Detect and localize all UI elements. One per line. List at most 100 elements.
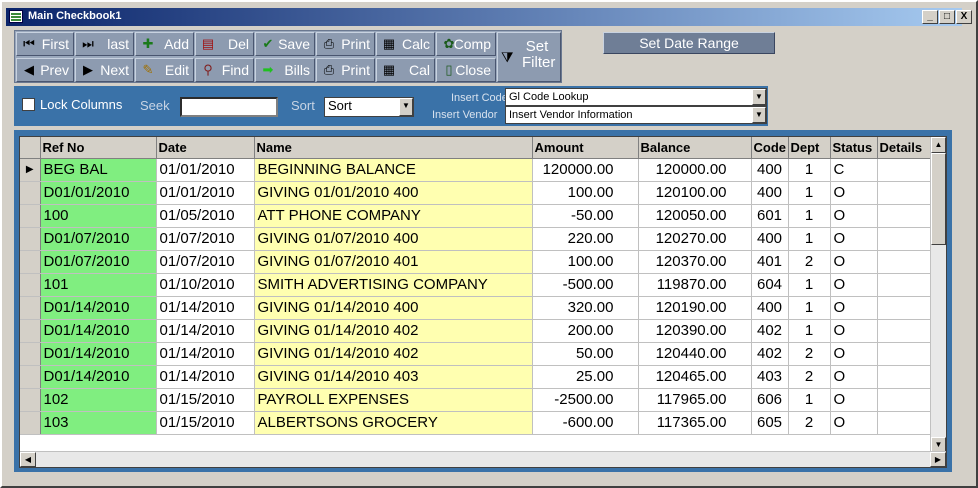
cell-balance[interactable]: 117965.00 [638,388,752,412]
cell-ref-no[interactable]: D01/01/2010 [40,181,157,205]
insert-code-select[interactable]: Gl Code Lookup ▼ [505,88,767,106]
calc-button[interactable]: ▦ Calc [376,32,435,56]
row-selector[interactable] [20,365,41,389]
cell-date[interactable]: 01/14/2010 [156,296,255,320]
cell-status[interactable]: O [830,365,878,389]
cell-date[interactable]: 01/05/2010 [156,204,255,228]
cell-status[interactable]: O [830,204,878,228]
table-row[interactable]: 100 01/05/2010 ATT PHONE COMPANY -50.00 1200… [20,204,932,228]
cell-details[interactable] [877,388,932,412]
cell-balance[interactable]: 120465.00 [638,365,752,389]
scroll-up-icon[interactable]: ▲ [931,137,946,153]
lock-columns-checkbox[interactable] [22,98,35,111]
bills-button[interactable]: ➡ Bills [255,58,315,82]
column-header-dept[interactable]: Dept [788,137,831,159]
cell-details[interactable] [877,296,932,320]
table-row[interactable]: 103 01/15/2010 ALBERTSONS GROCERY -600.00 11… [20,411,932,435]
scroll-left-icon[interactable]: ◀ [20,452,36,467]
cell-code[interactable]: 606 [751,388,789,412]
cell-name[interactable]: ATT PHONE COMPANY [254,204,533,228]
row-selector[interactable] [20,411,41,435]
cell-amount[interactable]: 220.00 [532,227,639,251]
cell-dept[interactable]: 1 [788,181,831,205]
cell-name[interactable]: GIVING 01/07/2010 401 [254,250,533,274]
cell-amount[interactable]: 50.00 [532,342,639,366]
cell-name[interactable]: GIVING 01/14/2010 402 [254,319,533,343]
cell-ref-no[interactable]: D01/07/2010 [40,227,157,251]
cell-date[interactable]: 01/07/2010 [156,227,255,251]
seek-input[interactable] [180,97,278,117]
first-button[interactable]: ⏮ First [16,32,74,56]
cell-balance[interactable]: 120000.00 [638,158,752,182]
cell-name[interactable]: BEGINNING BALANCE [254,158,533,182]
cell-details[interactable] [877,342,932,366]
prev-button[interactable]: ◀ Prev [16,58,74,82]
cell-details[interactable] [877,250,932,274]
cal-button[interactable]: ▦ Cal [376,58,435,82]
cell-code[interactable]: 400 [751,158,789,182]
cell-ref-no[interactable]: 103 [40,411,157,435]
cell-balance[interactable]: 120370.00 [638,250,752,274]
cell-code[interactable]: 400 [751,181,789,205]
table-row[interactable]: 102 01/15/2010 PAYROLL EXPENSES -2500.00 117… [20,388,932,412]
cell-ref-no[interactable]: 102 [40,388,157,412]
cell-code[interactable]: 605 [751,411,789,435]
next-button[interactable]: ▶ Next [75,58,134,82]
column-header-name[interactable]: Name [254,137,533,159]
cell-dept[interactable]: 2 [788,365,831,389]
cell-date[interactable]: 01/15/2010 [156,411,255,435]
cell-details[interactable] [877,411,932,435]
insert-vendor-select[interactable]: Insert Vendor Information ▼ [505,106,767,124]
cell-date[interactable]: 01/01/2010 [156,158,255,182]
last-button[interactable]: ⏭ last [75,32,134,56]
cell-dept[interactable]: 1 [788,319,831,343]
maximize-button[interactable]: □ [939,10,955,24]
cell-status[interactable]: C [830,158,878,182]
table-row[interactable]: D01/07/2010 01/07/2010 GIVING 01/07/2010 4… [20,250,932,274]
cell-details[interactable] [877,319,932,343]
add-button[interactable]: ✚ Add [135,32,194,56]
row-selector[interactable]: ▶ [20,158,41,182]
cell-code[interactable]: 604 [751,273,789,297]
cell-status[interactable]: O [830,411,878,435]
cell-ref-no[interactable]: D01/14/2010 [40,319,157,343]
checkbook-grid[interactable]: Ref No Date Name Amount Balance Code Dep… [19,136,947,468]
cell-ref-no[interactable]: D01/07/2010 [40,250,157,274]
cell-dept[interactable]: 2 [788,411,831,435]
column-header-ref-no[interactable]: Ref No [40,137,157,159]
set-date-range-button[interactable]: Set Date Range [603,32,775,54]
cell-details[interactable] [877,204,932,228]
cell-amount[interactable]: 200.00 [532,319,639,343]
cell-status[interactable]: O [830,319,878,343]
cell-dept[interactable]: 1 [788,273,831,297]
cell-balance[interactable]: 120190.00 [638,296,752,320]
cell-amount[interactable]: -600.00 [532,411,639,435]
cell-ref-no[interactable]: D01/14/2010 [40,342,157,366]
cell-amount[interactable]: -2500.00 [532,388,639,412]
close-button[interactable]: ▯ Close [436,58,496,82]
cell-ref-no[interactable]: 100 [40,204,157,228]
cell-code[interactable]: 401 [751,250,789,274]
cell-balance[interactable]: 120390.00 [638,319,752,343]
cell-amount[interactable]: 25.00 [532,365,639,389]
cell-date[interactable]: 01/14/2010 [156,365,255,389]
table-row[interactable]: D01/14/2010 01/14/2010 GIVING 01/14/2010 4… [20,342,932,366]
cell-status[interactable]: O [830,227,878,251]
cell-code[interactable]: 400 [751,227,789,251]
cell-balance[interactable]: 120440.00 [638,342,752,366]
cell-date[interactable]: 01/14/2010 [156,319,255,343]
row-selector[interactable] [20,227,41,251]
cell-balance[interactable]: 120050.00 [638,204,752,228]
horizontal-scrollbar[interactable]: ◀ ▶ [20,451,946,467]
cell-amount[interactable]: 100.00 [532,181,639,205]
save-button[interactable]: ✔ Save [255,32,315,56]
column-header-balance[interactable]: Balance [638,137,752,159]
cell-name[interactable]: SMITH ADVERTISING COMPANY [254,273,533,297]
cell-code[interactable]: 601 [751,204,789,228]
cell-dept[interactable]: 2 [788,342,831,366]
row-selector[interactable] [20,319,41,343]
cell-name[interactable]: GIVING 01/14/2010 400 [254,296,533,320]
cell-amount[interactable]: 320.00 [532,296,639,320]
cell-date[interactable]: 01/15/2010 [156,388,255,412]
minimize-button[interactable]: _ [922,10,938,24]
